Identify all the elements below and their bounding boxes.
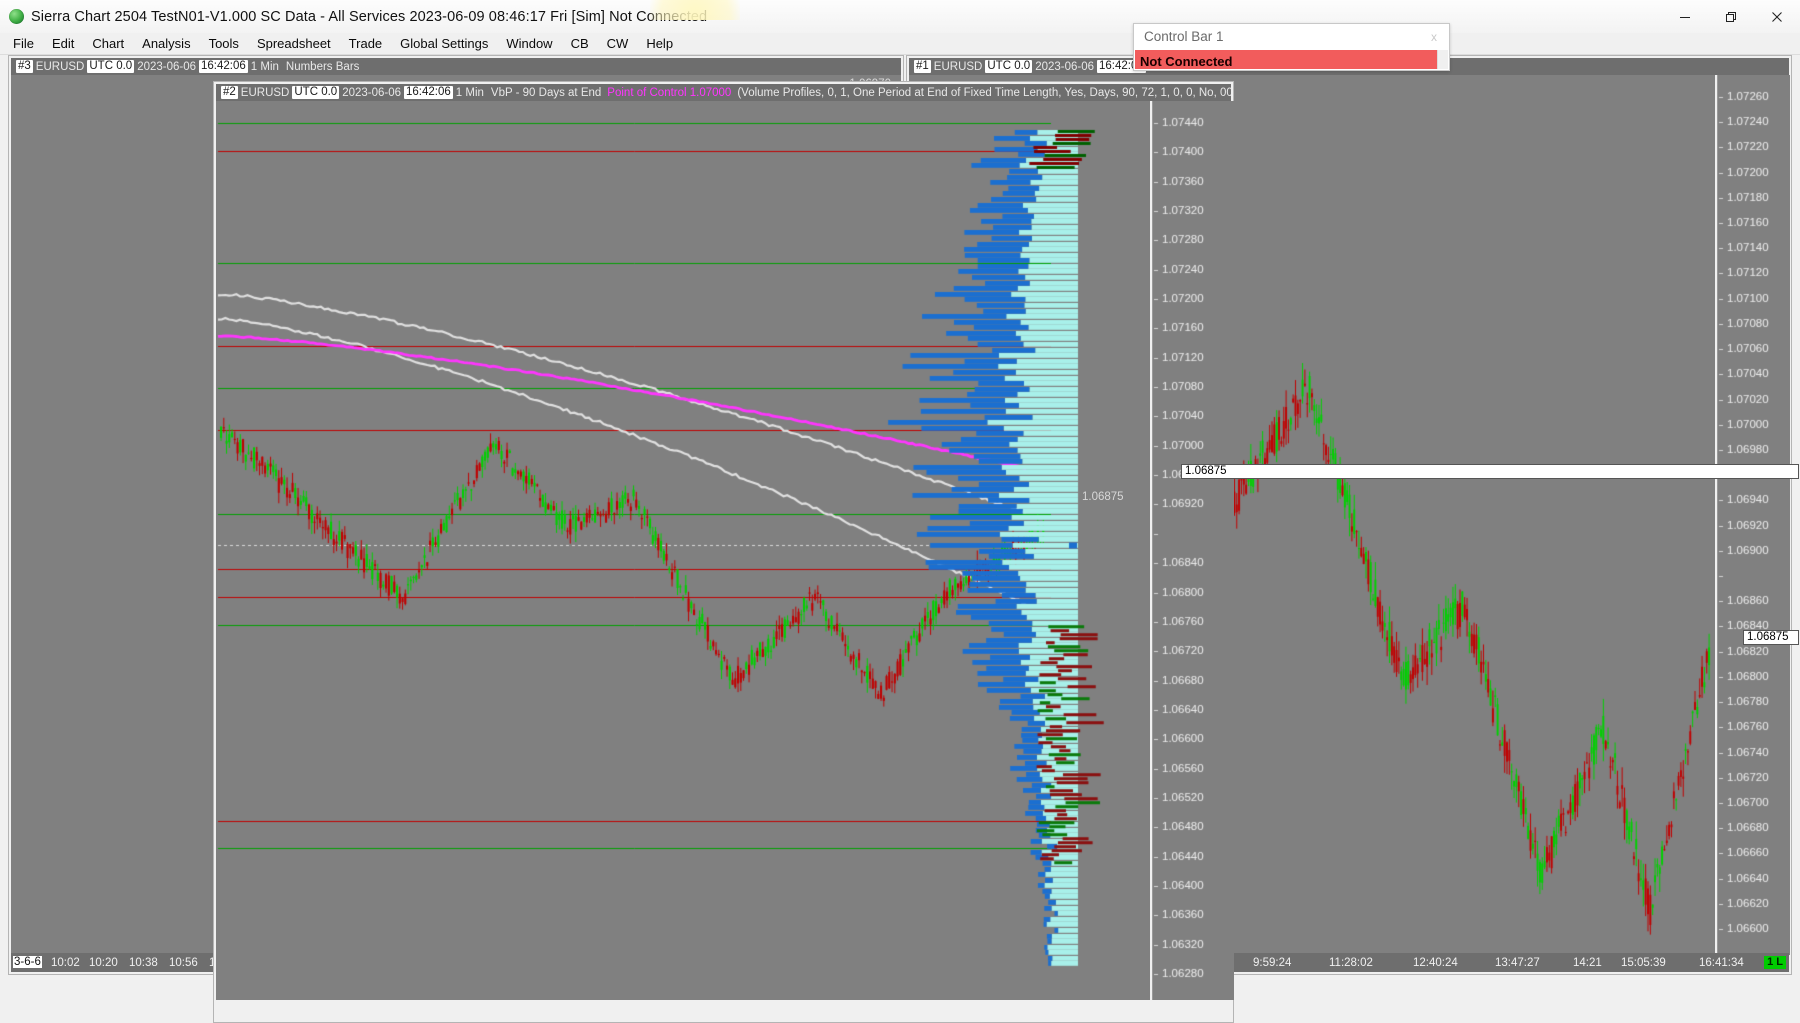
close-icon[interactable] — [1754, 0, 1800, 33]
chart-1-connection-badge: 1 L — [1764, 956, 1786, 969]
chart-1-time-tick: 14:21 — [1573, 957, 1602, 969]
chart-1-date: 2023-06-06 — [1035, 60, 1095, 73]
chart-2-point-of-control: Point of Control 1.07000 — [607, 86, 732, 99]
menu-item-global-settings[interactable]: Global Settings — [391, 34, 497, 53]
chart-1-number: #1 — [914, 60, 931, 73]
minimize-icon[interactable] — [1662, 0, 1708, 33]
chart-1-time-tick: 11:28:02 — [1329, 957, 1373, 969]
control-bar-title: Control Bar 1 — [1144, 29, 1224, 44]
chart-2-timezone: UTC 0.0 — [292, 86, 340, 99]
chart-workspace: #3 EURUSD UTC 0.0 2023-06-06 16:42:06 1 … — [0, 55, 1800, 1023]
control-bar-scrollbar[interactable] — [1437, 50, 1448, 69]
menu-item-tools[interactable]: Tools — [200, 34, 248, 53]
sierra-chart-app: Sierra Chart 2504 TestN01-V1.000 SC Data… — [0, 0, 1800, 1023]
menu-item-cw[interactable]: CW — [598, 34, 638, 53]
menu-item-analysis[interactable]: Analysis — [133, 34, 199, 53]
chart-3-date: 2023-06-06 — [137, 60, 197, 73]
chart-1-symbol: EURUSD — [933, 60, 983, 73]
restore-icon[interactable] — [1708, 0, 1754, 33]
chart-2-study: VbP - 90 Days at End — [490, 86, 602, 99]
chart-2-plot-area[interactable]: 1.06875 — [216, 101, 1150, 1000]
chart-3-interval: 1 Min — [250, 60, 279, 73]
chart-3-time-tick: 3-6-6 — [13, 956, 42, 968]
menu-item-edit[interactable]: Edit — [43, 34, 83, 53]
chart-2-study-params: (Volume Profiles, 0, 1, One Period at En… — [737, 86, 1231, 99]
chart-3-timezone: UTC 0.0 — [87, 60, 135, 73]
menu-item-spreadsheet[interactable]: Spreadsheet — [248, 34, 340, 53]
chart-2-crosshair-price: 1.06875 — [1082, 491, 1124, 503]
chart-3-number: #3 — [16, 60, 33, 73]
chart-1-time-tick: 16:41:34 — [1699, 957, 1744, 969]
menu-item-help[interactable]: Help — [637, 34, 682, 53]
chart-1-time-tick: 9:59:24 — [1253, 957, 1292, 969]
chart-1-time-tick: 12:40:24 — [1413, 957, 1458, 969]
menu-item-cb[interactable]: CB — [562, 34, 598, 53]
chart-window-2[interactable]: #2 EURUSD UTC 0.0 2023-06-06 16:42:06 1 … — [213, 81, 1234, 1023]
chart-2-header[interactable]: #2 EURUSD UTC 0.0 2023-06-06 16:42:06 1 … — [216, 84, 1231, 101]
menu-item-trade[interactable]: Trade — [340, 34, 391, 53]
chart-1-timezone: UTC 0.0 — [985, 60, 1033, 73]
chart-2-last-price-tag: 1.06875 — [1181, 464, 1799, 479]
chart-2-interval: 1 Min — [455, 86, 484, 99]
chart-3-time-tick: 10:20 — [89, 957, 118, 969]
chart-3-study: Numbers Bars — [285, 60, 360, 73]
menu-item-chart[interactable]: Chart — [83, 34, 133, 53]
chart-3-symbol: EURUSD — [35, 60, 85, 73]
chart-2-price-scale-canvas — [1153, 101, 1234, 1000]
chart-1-last-price-tag: 1.06875 — [1743, 630, 1799, 645]
control-bar-title-row[interactable]: Control Bar 1 x — [1134, 24, 1449, 49]
chart-2-price-scale[interactable] — [1152, 101, 1234, 1000]
title-bar: Sierra Chart 2504 TestN01-V1.000 SC Data… — [0, 0, 1800, 34]
window-title: Sierra Chart 2504 TestN01-V1.000 SC Data… — [31, 8, 708, 25]
control-bar-close-icon[interactable]: x — [1425, 30, 1443, 44]
chart-1-price-scale[interactable] — [1717, 75, 1790, 955]
chart-3-time-tick: 10:02 — [51, 957, 80, 969]
sierra-chart-globe-icon — [9, 9, 24, 24]
chart-2-canvas[interactable] — [216, 101, 1150, 1000]
chart-2-symbol: EURUSD — [240, 86, 290, 99]
chart-3-time: 16:42:06 — [199, 60, 248, 73]
chart-1-price-scale-canvas — [1718, 75, 1790, 955]
chart-2-date: 2023-06-06 — [342, 86, 402, 99]
chart-2-number: #2 — [221, 86, 238, 99]
connection-status-badge: Not Connected — [1135, 50, 1438, 69]
menu-item-file[interactable]: File — [4, 34, 43, 53]
menu-bar: File Edit Chart Analysis Tools Spreadshe… — [0, 33, 1800, 55]
window-controls — [1662, 0, 1800, 33]
chart-3-time-tick: 10:38 — [129, 957, 158, 969]
chart-3-header[interactable]: #3 EURUSD UTC 0.0 2023-06-06 16:42:06 1 … — [11, 58, 901, 75]
chart-2-time: 16:42:06 — [404, 86, 453, 99]
chart-1-time-tick: 13:47:27 — [1495, 957, 1540, 969]
control-bar-panel[interactable]: Control Bar 1 x Not Connected — [1133, 23, 1450, 71]
chart-3-time-tick: 10:56 — [169, 957, 198, 969]
menu-item-window[interactable]: Window — [497, 34, 561, 53]
chart-1-time-tick: 15:05:39 — [1621, 957, 1666, 969]
